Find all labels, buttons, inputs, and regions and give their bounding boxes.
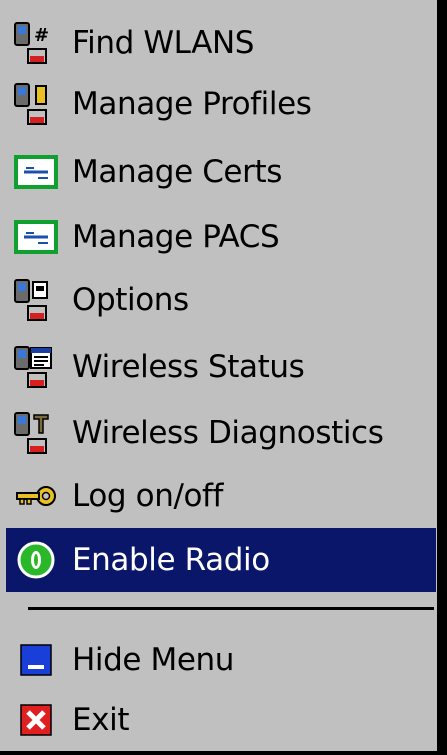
menu-item-wireless-diagnostics[interactable]: Wireless Diagnostics	[6, 403, 436, 463]
wireless-status-icon	[6, 339, 66, 395]
menu-item-label: Enable Radio	[72, 542, 270, 578]
menu-item-label: Wireless Status	[72, 349, 305, 385]
menu-item-wireless-status[interactable]: Wireless Status	[6, 337, 436, 397]
menu-item-label: Log on/off	[72, 478, 224, 514]
menu-item-label: Exit	[72, 702, 130, 738]
menu-item-find-wlans[interactable]: # Find WLANS	[6, 13, 436, 73]
menu-item-label: Manage PACS	[72, 219, 280, 255]
hide-menu-icon	[6, 632, 66, 688]
menu-item-enable-radio[interactable]: Enable Radio	[6, 528, 436, 592]
menu-item-manage-pacs[interactable]: Manage PACS	[6, 207, 436, 267]
menu-item-manage-profiles[interactable]: Manage Profiles	[6, 74, 436, 134]
find-wlans-icon: #	[6, 15, 66, 71]
certificate-icon	[6, 144, 66, 200]
menu-item-hide-menu[interactable]: Hide Menu	[6, 630, 436, 690]
menu-item-manage-certs[interactable]: Manage Certs	[6, 142, 436, 202]
menu-item-label: Options	[72, 282, 189, 318]
menu-separator	[28, 607, 434, 610]
menu-item-label: Hide Menu	[72, 642, 235, 678]
key-icon	[6, 468, 66, 524]
wireless-diagnostics-icon	[6, 405, 66, 461]
menu-item-label: Manage Certs	[72, 154, 282, 190]
menu-item-log-on-off[interactable]: Log on/off	[6, 466, 436, 526]
enable-radio-icon	[6, 532, 66, 588]
svg-text:#: #	[34, 25, 49, 46]
manage-profiles-icon	[6, 76, 66, 132]
context-menu: # Find WLANS Manage Profiles Manage Cert…	[0, 0, 439, 753]
exit-icon	[6, 692, 66, 748]
menu-item-label: Wireless Diagnostics	[72, 415, 384, 451]
menu-item-label: Manage Profiles	[72, 86, 312, 122]
menu-item-options[interactable]: Options	[6, 270, 436, 330]
options-icon	[6, 272, 66, 328]
certificate-icon	[6, 209, 66, 265]
menu-item-label: Find WLANS	[72, 25, 255, 61]
menu-item-exit[interactable]: Exit	[6, 690, 436, 750]
